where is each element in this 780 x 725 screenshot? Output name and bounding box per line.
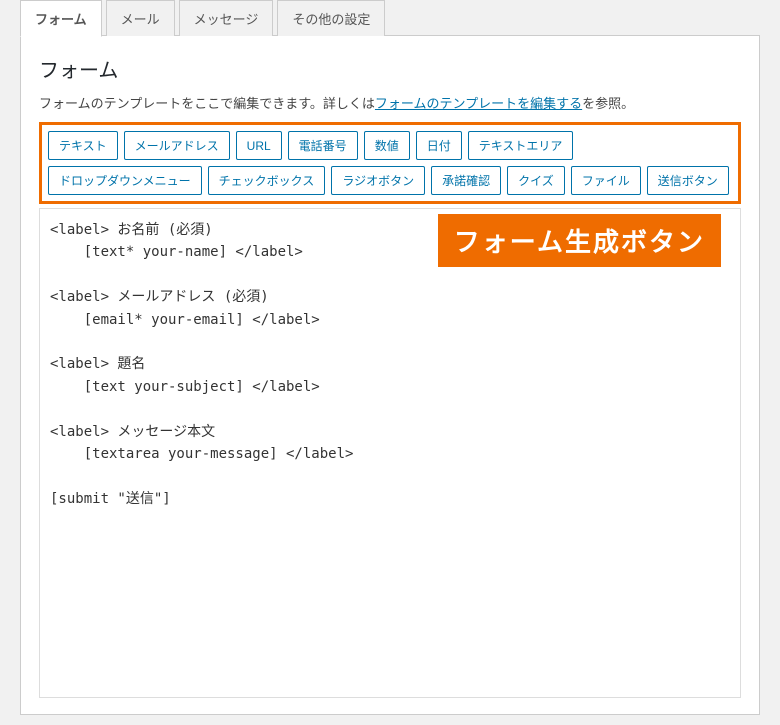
form-panel: フォーム フォームのテンプレートをここで編集できます。詳しくはフォームのテンプレ…: [20, 35, 760, 715]
panel-description: フォームのテンプレートをここで編集できます。詳しくはフォームのテンプレートを編集…: [39, 93, 741, 112]
tag-btn-file[interactable]: ファイル: [571, 166, 641, 195]
tag-btn-tel[interactable]: 電話番号: [288, 131, 358, 160]
desc-prefix: フォームのテンプレートをここで編集できます。詳しくは: [39, 96, 375, 111]
tag-btn-date[interactable]: 日付: [416, 131, 462, 160]
tab-mail[interactable]: メール: [106, 0, 175, 36]
tag-btn-url[interactable]: URL: [236, 131, 282, 160]
tab-message[interactable]: メッセージ: [179, 0, 274, 36]
tag-btn-submit[interactable]: 送信ボタン: [647, 166, 729, 195]
tag-btn-checkbox[interactable]: チェックボックス: [208, 166, 326, 195]
tag-btn-quiz[interactable]: クイズ: [507, 166, 565, 195]
tag-btn-acceptance[interactable]: 承諾確認: [431, 166, 501, 195]
tab-form[interactable]: フォーム: [20, 0, 102, 37]
textarea-wrap: フォーム生成ボタン <label> お名前 (必須) [text* your-n…: [39, 204, 741, 701]
tag-btn-text[interactable]: テキスト: [48, 131, 118, 160]
desc-link[interactable]: フォームのテンプレートを編集する: [375, 96, 582, 111]
tag-btn-radio[interactable]: ラジオボタン: [331, 166, 425, 195]
tag-button-row: テキスト メールアドレス URL 電話番号 数値 日付 テキストエリア ドロップ…: [48, 131, 732, 195]
tag-btn-textarea[interactable]: テキストエリア: [468, 131, 574, 160]
tag-btn-number[interactable]: 数値: [364, 131, 410, 160]
tag-btn-dropdown[interactable]: ドロップダウンメニュー: [48, 166, 202, 195]
tab-bar: フォーム メール メッセージ その他の設定: [0, 0, 780, 36]
form-template-textarea[interactable]: <label> お名前 (必須) [text* your-name] </lab…: [39, 208, 741, 698]
annotation-label: フォーム生成ボタン: [438, 214, 721, 267]
app-wrapper: フォーム メール メッセージ その他の設定 フォーム フォームのテンプレートをこ…: [0, 0, 780, 725]
panel-title: フォーム: [39, 54, 741, 83]
desc-suffix: を参照。: [582, 96, 634, 111]
tag-btn-email[interactable]: メールアドレス: [124, 131, 230, 160]
tag-generator-box: テキスト メールアドレス URL 電話番号 数値 日付 テキストエリア ドロップ…: [39, 122, 741, 204]
tab-other-settings[interactable]: その他の設定: [277, 0, 385, 36]
